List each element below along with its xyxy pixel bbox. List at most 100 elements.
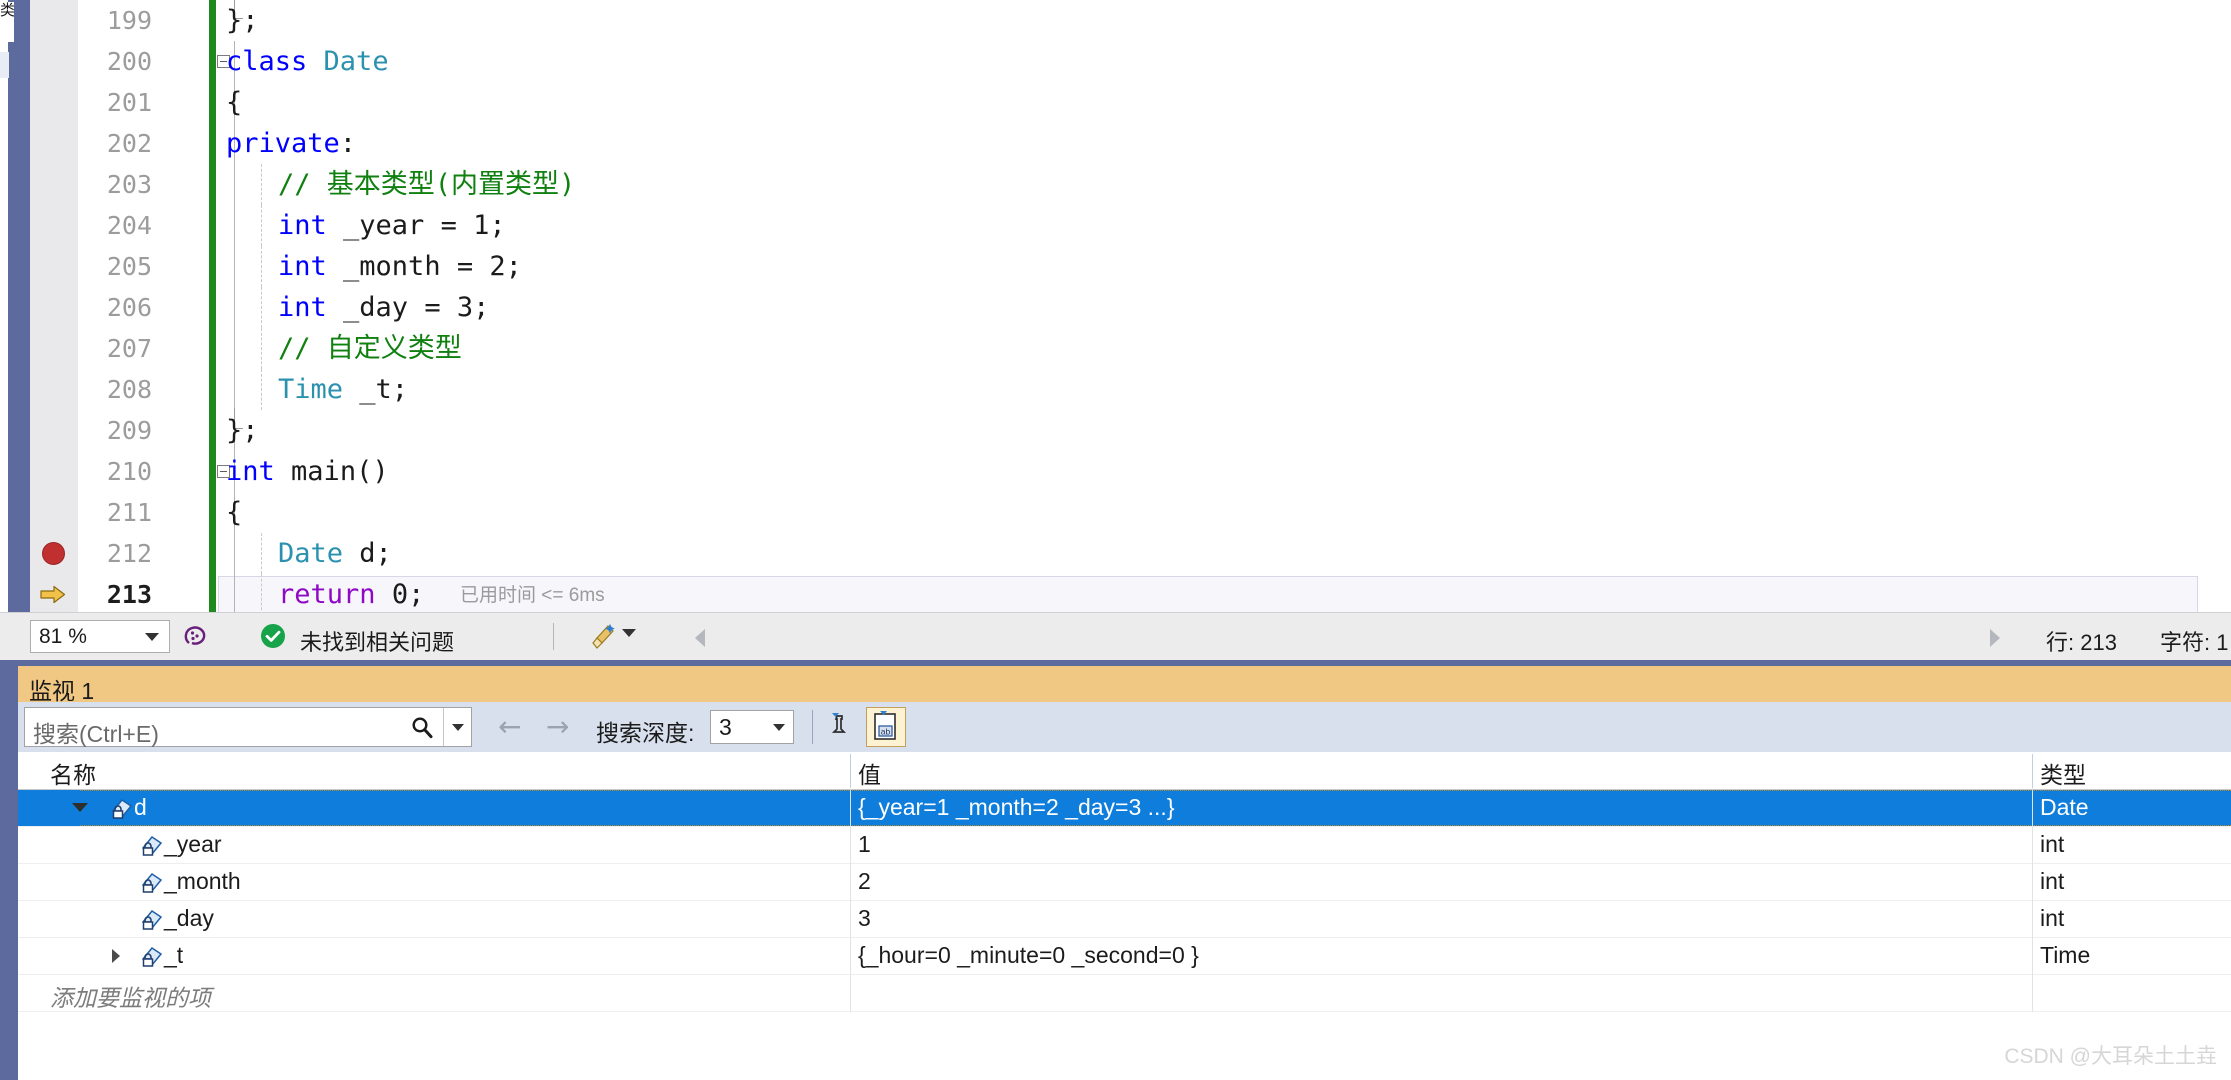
show-raw-values-button[interactable]: ab — [866, 707, 906, 747]
code-text: class Date — [226, 46, 389, 77]
chevron-down-icon — [145, 632, 159, 641]
scroll-left-arrow-icon[interactable] — [690, 627, 710, 654]
cell-divider — [2032, 790, 2033, 827]
search-placeholder: 搜索(Ctrl+E) — [33, 721, 159, 747]
line-number: 210 — [106, 457, 152, 486]
search-icon[interactable] — [409, 715, 435, 746]
code-line[interactable]: 213 return 0; 已用时间 <= 6ms — [30, 574, 2231, 612]
change-indicator-bar — [209, 492, 216, 533]
watch-row[interactable]: d {_year=1 _month=2 _day=3 ...} Date — [18, 790, 2231, 827]
left-dock-accent — [8, 0, 30, 636]
watch-value-cell[interactable]: 2 — [858, 868, 871, 895]
change-indicator-bar — [209, 41, 216, 82]
watch-row[interactable]: _month 2 int — [18, 864, 2231, 901]
code-line[interactable]: 210 int main() — [30, 451, 2231, 492]
change-indicator-bar — [209, 246, 216, 287]
cell-divider — [850, 827, 851, 864]
change-indicator-bar — [209, 164, 216, 205]
code-line[interactable]: 207 // 自定义类型 — [30, 328, 2231, 369]
code-line[interactable]: 201 { — [30, 82, 2231, 123]
watch-row[interactable]: _day 3 int — [18, 901, 2231, 938]
search-options-dropdown[interactable] — [443, 708, 471, 746]
cell-divider — [850, 938, 851, 975]
watch-window-title: 监视 1 — [29, 678, 95, 704]
indent-guide — [261, 287, 262, 328]
search-depth-combo[interactable]: 3 — [710, 710, 794, 744]
watch-value-cell[interactable]: 3 — [858, 905, 871, 932]
code-line[interactable]: 209}; — [30, 408, 2231, 451]
column-divider[interactable] — [850, 754, 851, 788]
column-header-type[interactable]: 类型 — [2040, 756, 2086, 790]
line-number: 203 — [106, 170, 152, 199]
watch-type-cell: int — [2040, 868, 2065, 894]
block-guide — [234, 164, 235, 205]
watch-row[interactable]: _year 1 int — [18, 827, 2231, 864]
watch-grid[interactable]: 名称 值 类型 d {_year=1 _month=2 _day=3 ...} Da… — [18, 752, 2231, 1080]
change-indicator-bar — [209, 328, 216, 369]
watch-value-cell[interactable]: 1 — [858, 831, 871, 858]
zoom-level-combo[interactable]: 81 % — [30, 620, 170, 653]
editor-status-bar: 81 % 未找到相关问题 行: 213 字符: 1 — [0, 612, 2231, 660]
line-number: 205 — [106, 252, 152, 281]
code-line[interactable]: 212 Date d; — [30, 533, 2231, 574]
problems-status-text: 未找到相关问题 — [300, 630, 455, 655]
navigate-forward-icon[interactable]: → — [546, 713, 569, 741]
pin-column-button[interactable] — [824, 707, 864, 747]
code-text: }; — [226, 415, 259, 446]
breakpoint-icon[interactable] — [42, 542, 65, 565]
cell-divider — [2032, 975, 2033, 1012]
code-text: }; — [226, 5, 259, 36]
private-field-icon — [138, 834, 164, 865]
expander-expand-icon[interactable] — [112, 949, 120, 963]
cleanup-dropdown-caret-icon[interactable] — [622, 629, 636, 637]
cleanup-broom-icon[interactable] — [588, 621, 620, 658]
watch-window-titlebar[interactable]: 监视 1 — [18, 666, 2231, 704]
code-line[interactable]: 208 Time _t; — [30, 369, 2231, 410]
code-text: int _day = 3; — [278, 292, 490, 323]
code-editor[interactable]: 199}; 200 class Date 201 {202 private: 203 // 基… — [30, 0, 2231, 612]
svg-text:ab: ab — [881, 726, 891, 736]
status-separator — [553, 623, 554, 650]
code-line[interactable]: 202 private: — [30, 123, 2231, 164]
watch-name-cell: _t — [164, 942, 184, 968]
code-line[interactable]: 206 int _day = 3; — [30, 287, 2231, 328]
line-number: 200 — [106, 47, 152, 76]
indent-guide — [261, 533, 262, 574]
code-line[interactable]: 203 // 基本类型(内置类型) — [30, 164, 2231, 205]
private-field-icon — [138, 945, 164, 976]
watch-name-cell: _year — [164, 831, 222, 857]
search-input[interactable]: 搜索(Ctrl+E) — [24, 707, 472, 747]
watch-value-cell[interactable]: {_hour=0 _minute=0 _second=0 } — [858, 942, 1199, 969]
scroll-right-arrow-icon[interactable] — [1985, 627, 2005, 654]
code-line[interactable]: 211 { — [30, 492, 2231, 533]
column-divider[interactable] — [2032, 754, 2033, 788]
current-statement-arrow-icon — [40, 585, 66, 604]
line-number: 201 — [106, 88, 152, 117]
cell-divider — [850, 901, 851, 938]
search-depth-value: 3 — [719, 713, 732, 740]
code-line[interactable]: 205 int _month = 2; — [30, 246, 2231, 287]
change-indicator-bar — [209, 533, 216, 574]
change-indicator-bar — [209, 369, 216, 410]
cell-divider — [2032, 864, 2033, 901]
block-guide — [234, 328, 235, 369]
watch-row[interactable]: _t {_hour=0 _minute=0 _second=0 } Time — [18, 938, 2231, 975]
indent-guide — [261, 246, 262, 287]
intellicode-icon[interactable] — [180, 621, 212, 658]
cell-divider — [2032, 827, 2033, 864]
column-header-name[interactable]: 名称 — [50, 756, 96, 790]
watch-window-dock: 监视 1 搜索(Ctrl+E) ← → 搜索深度: 3 ab 名称 值 类型 d… — [0, 660, 2231, 1080]
code-line[interactable]: 204 int _year = 1; — [30, 205, 2231, 246]
watch-value-cell[interactable]: {_year=1 _month=2 _day=3 ...} — [858, 794, 1175, 821]
code-line[interactable]: 199}; — [30, 0, 2231, 41]
column-header-value[interactable]: 值 — [858, 756, 881, 790]
add-watch-item-row[interactable]: 添加要监视的项 — [18, 975, 2231, 1012]
watch-type-cell: int — [2040, 905, 2065, 931]
left-dock-tab-label[interactable]: 类 — [0, 2, 14, 42]
zoom-level-value: 81 % — [39, 624, 87, 648]
indent-guide — [261, 164, 262, 205]
expander-collapse-icon[interactable] — [72, 803, 88, 812]
cell-divider — [850, 864, 851, 901]
code-line[interactable]: 200 class Date — [30, 41, 2231, 82]
navigate-back-icon[interactable]: ← — [498, 713, 521, 741]
